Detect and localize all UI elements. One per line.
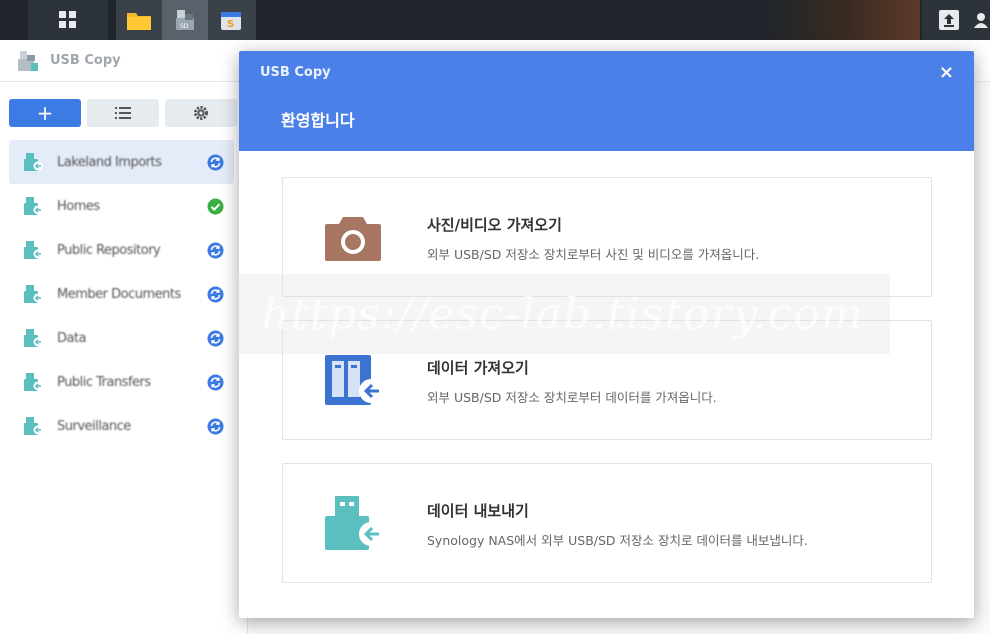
task-name: Public Transfers	[57, 374, 151, 390]
usb-task-icon	[24, 197, 43, 215]
task-name: Data	[57, 330, 87, 346]
camera-icon	[321, 206, 385, 270]
taskbar-usb-copy[interactable]: SD	[162, 0, 208, 40]
dialog-title: USB Copy	[260, 65, 331, 80]
usb-task-icon	[24, 373, 43, 391]
task-toolbar: +	[9, 99, 237, 127]
main-menu-button[interactable]	[28, 0, 108, 40]
dialog-header: USB Copy × 환영합니다	[239, 51, 974, 151]
task-name: Public Repository	[57, 242, 161, 258]
task-item[interactable]: Public Transfers	[9, 360, 234, 404]
gear-icon	[194, 106, 208, 120]
task-item[interactable]: Lakeland Imports	[9, 140, 234, 184]
option-description: 외부 USB/SD 저장소 장치로부터 사진 및 비디오를 가져옵니다.	[427, 247, 760, 262]
welcome-heading: 환영합니다	[281, 111, 355, 130]
option-title: 사진/비디오 가져오기	[427, 216, 562, 234]
taskbar-app-group: SD S	[116, 0, 256, 40]
folder-icon	[127, 13, 151, 30]
taskbar-tray	[922, 0, 990, 40]
task-log-button[interactable]	[87, 99, 159, 127]
task-name: Member Documents	[57, 286, 181, 302]
welcome-dialog: USB Copy × 환영합니다 사진/비디오 가져오기 외부 USB/SD 저…	[239, 51, 974, 618]
window-title: USB Copy	[50, 53, 121, 68]
usb-task-icon	[24, 417, 43, 435]
task-item[interactable]: Public Repository	[9, 228, 234, 272]
usb-task-icon	[24, 329, 43, 347]
import-data-icon	[321, 349, 385, 413]
sync-icon	[207, 330, 224, 347]
svg-text:SD: SD	[180, 23, 189, 30]
sync-icon	[207, 286, 224, 303]
user-icon[interactable]	[974, 12, 988, 28]
grid-icon	[59, 11, 76, 28]
taskbar-wallpaper	[760, 0, 920, 40]
usb-task-icon	[24, 153, 43, 171]
task-item[interactable]: Data	[9, 316, 234, 360]
task-item[interactable]: Surveillance	[9, 404, 234, 448]
option-description: 외부 USB/SD 저장소 장치로부터 데이터를 가져옵니다.	[427, 390, 717, 405]
usb-copy-app-icon	[18, 50, 38, 71]
add-task-button[interactable]: +	[9, 99, 81, 127]
upload-icon[interactable]	[938, 9, 960, 31]
sync-icon	[207, 242, 224, 259]
task-item[interactable]: Member Documents	[9, 272, 234, 316]
task-name: Lakeland Imports	[57, 154, 162, 170]
sync-icon	[207, 418, 224, 435]
usb-task-icon	[24, 285, 43, 303]
option-title: 데이터 내보내기	[427, 502, 529, 520]
taskbar: SD S	[0, 0, 990, 40]
task-list: Lakeland Imports Homes Public Repository Me…	[9, 140, 234, 448]
export-data-option[interactable]: 데이터 내보내기 Synology NAS에서 외부 USB/SD 저장소 장치…	[282, 463, 932, 583]
task-name: Surveillance	[57, 418, 131, 434]
option-description: Synology NAS에서 외부 USB/SD 저장소 장치로 데이터를 내보…	[427, 533, 808, 548]
sync-icon	[207, 154, 224, 171]
svg-text:S: S	[227, 19, 234, 30]
import-data-option[interactable]: 데이터 가져오기 외부 USB/SD 저장소 장치로부터 데이터를 가져옵니다.	[282, 320, 932, 440]
check-icon	[207, 198, 224, 215]
option-title: 데이터 가져오기	[427, 359, 529, 377]
usb-task-icon	[24, 241, 43, 259]
task-item[interactable]: Homes	[9, 184, 234, 228]
task-name: Homes	[57, 198, 100, 214]
close-icon[interactable]: ×	[939, 62, 954, 83]
taskbar-package-app[interactable]: S	[208, 0, 254, 40]
import-photos-videos-option[interactable]: 사진/비디오 가져오기 외부 USB/SD 저장소 장치로부터 사진 및 비디오…	[282, 177, 932, 297]
export-data-icon	[321, 492, 385, 556]
list-icon	[115, 107, 131, 119]
sync-icon	[207, 374, 224, 391]
package-icon: S	[221, 12, 241, 30]
settings-button[interactable]	[165, 99, 237, 127]
usb-sd-icon: SD	[176, 10, 194, 30]
taskbar-file-station[interactable]	[116, 0, 162, 40]
